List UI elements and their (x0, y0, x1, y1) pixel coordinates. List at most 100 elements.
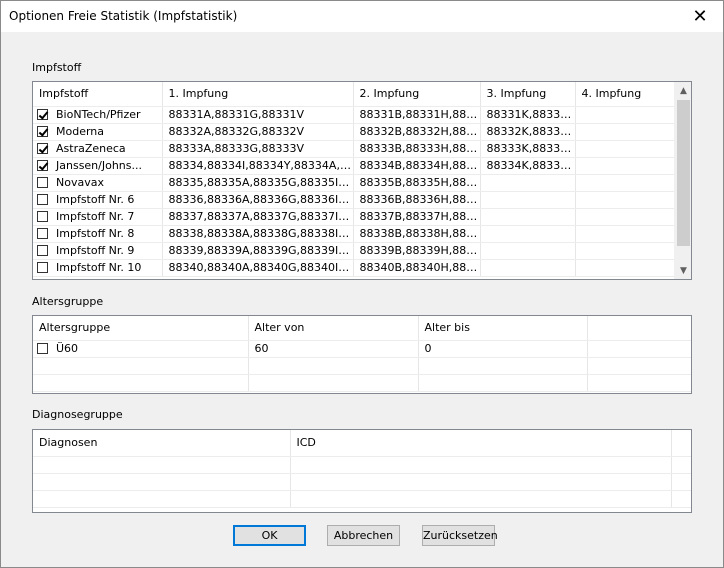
diagnosegruppe-group-label: Diagnosegruppe (32, 408, 123, 421)
impfung-1-cell: 88339,88339A,88339G,88339I,88... (162, 242, 354, 260)
altersgruppe-list[interactable]: Altersgruppe Alter von Alter bis Ü60 60 … (32, 315, 692, 394)
altersgruppe-name: Ü60 (56, 342, 79, 355)
impfung-3-cell (480, 259, 576, 277)
impfung-1-cell: 88340,88340A,88340G,88340I,88... (162, 259, 354, 277)
impfstoff-name: Impfstoff Nr. 7 (56, 210, 135, 223)
row-checkbox[interactable] (37, 262, 48, 273)
impfung-4-cell (575, 106, 676, 124)
impfung-3-cell (480, 225, 576, 243)
impfstoff-name-cell: Impfstoff Nr. 6 (33, 191, 163, 209)
diagnosegruppe-list[interactable]: Diagnosen ICD (32, 429, 692, 513)
column-header-icd[interactable]: ICD (290, 430, 672, 457)
altersgruppe-name-cell: Ü60 (33, 340, 249, 358)
impfung-1-cell: 88335,88335A,88335G,88335I,88... (162, 174, 354, 192)
table-row[interactable]: Novavax 88335,88335A,88335G,88335I,88... 8… (33, 174, 676, 192)
scroll-down-arrow-icon[interactable]: ▼ (675, 262, 691, 279)
row-checkbox[interactable] (37, 177, 48, 188)
impfung-3-cell: 88333K,88333... (480, 140, 576, 158)
column-header-impfung-2[interactable]: 2. Impfung (353, 82, 481, 107)
impfstoff-table: Impfstoff 1. Impfung 2. Impfung 3. Impfu… (33, 82, 676, 277)
impfung-2-cell: 88332B,88332H,883... (353, 123, 481, 141)
row-checkbox[interactable] (37, 109, 48, 120)
impfung-3-cell: 88332K,88332... (480, 123, 576, 141)
impfstoff-name-cell: Moderna (33, 123, 163, 141)
impfung-3-cell (480, 174, 576, 192)
impfung-2-cell: 88334B,88334H,883... (353, 157, 481, 175)
impfung-1-cell: 88331A,88331G,88331V (162, 106, 354, 124)
table-row[interactable]: Impfstoff Nr. 7 88337,88337A,88337G,88337… (33, 208, 676, 226)
impfstoff-name: Impfstoff Nr. 8 (56, 227, 135, 240)
impfstoff-name-cell: Impfstoff Nr. 9 (33, 242, 163, 260)
table-row[interactable]: Impfstoff Nr. 8 88338,88338A,88338G,88338… (33, 225, 676, 243)
dialog-window: Optionen Freie Statistik (Impfstatistik)… (0, 0, 724, 568)
impfstoff-name: Impfstoff Nr. 9 (56, 244, 135, 257)
impfung-2-cell: 88333B,88333H,883... (353, 140, 481, 158)
alter-bis-cell: 0 (418, 340, 588, 358)
scroll-thumb[interactable] (677, 100, 690, 246)
column-header-impfung-3[interactable]: 3. Impfung (480, 82, 576, 107)
impfstoff-scrollbar[interactable]: ▲ ▼ (674, 82, 691, 279)
impfung-2-cell: 88339B,88339H,883... (353, 242, 481, 260)
cancel-button[interactable]: Abbrechen (327, 525, 400, 546)
impfstoff-name-cell: Impfstoff Nr. 8 (33, 225, 163, 243)
impfstoff-list[interactable]: Impfstoff 1. Impfung 2. Impfung 3. Impfu… (32, 81, 692, 280)
empty-row (33, 473, 691, 491)
diagnosegruppe-table: Diagnosen ICD (33, 430, 691, 508)
row-checkbox[interactable] (37, 160, 48, 171)
column-header-impfstoff[interactable]: Impfstoff (33, 82, 163, 107)
column-header-alter-bis[interactable]: Alter bis (418, 316, 588, 341)
scroll-up-arrow-icon[interactable]: ▲ (675, 82, 691, 99)
column-header-impfung-1[interactable]: 1. Impfung (162, 82, 354, 107)
impfung-4-cell (575, 208, 676, 226)
impfung-1-cell: 88332A,88332G,88332V (162, 123, 354, 141)
altersgruppe-table: Altersgruppe Alter von Alter bis Ü60 60 … (33, 316, 691, 392)
row-checkbox[interactable] (37, 245, 48, 256)
table-row[interactable]: Impfstoff Nr. 10 88340,88340A,88340G,8834… (33, 259, 676, 277)
impfstoff-name: Impfstoff Nr. 6 (56, 193, 135, 206)
impfstoff-name: Janssen/Johns... (56, 159, 143, 172)
column-header-diagnosen[interactable]: Diagnosen (33, 430, 291, 457)
close-icon: ✕ (692, 6, 708, 27)
impfstoff-name-cell: AstraZeneca (33, 140, 163, 158)
column-header-altersgruppe[interactable]: Altersgruppe (33, 316, 249, 341)
empty-cell (587, 340, 691, 358)
window-title: Optionen Freie Statistik (Impfstatistik) (9, 9, 238, 23)
table-row[interactable]: Impfstoff Nr. 6 88336,88336A,88336G,88336… (33, 191, 676, 209)
row-checkbox[interactable] (37, 194, 48, 205)
impfstoff-name-cell: Impfstoff Nr. 7 (33, 208, 163, 226)
close-button[interactable]: ✕ (677, 1, 723, 32)
impfstoff-name-cell: Novavax (33, 174, 163, 192)
column-header-empty (671, 430, 691, 457)
row-checkbox[interactable] (37, 343, 48, 354)
table-row[interactable]: Janssen/Johns... 88334,88334I,88334Y,8833… (33, 157, 676, 175)
impfung-3-cell (480, 242, 576, 260)
empty-row (33, 490, 691, 508)
altersgruppe-header-row: Altersgruppe Alter von Alter bis (33, 316, 691, 341)
table-row[interactable]: Ü60 60 0 (33, 340, 691, 358)
impfung-4-cell (575, 123, 676, 141)
impfung-3-cell (480, 208, 576, 226)
impfstoff-group-label: Impfstoff (32, 61, 82, 74)
impfung-1-cell: 88334,88334I,88334Y,88334A,883... (162, 157, 354, 175)
alter-von-cell: 60 (248, 340, 419, 358)
impfstoff-name: BioNTech/Pfizer (56, 108, 141, 121)
impfung-2-cell: 88331B,88331H,883... (353, 106, 481, 124)
table-row[interactable]: Impfstoff Nr. 9 88339,88339A,88339G,88339… (33, 242, 676, 260)
row-checkbox[interactable] (37, 211, 48, 222)
column-header-alter-von[interactable]: Alter von (248, 316, 419, 341)
row-checkbox[interactable] (37, 126, 48, 137)
impfung-4-cell (575, 157, 676, 175)
empty-row (33, 374, 691, 392)
impfung-2-cell: 88336B,88336H,883... (353, 191, 481, 209)
impfung-1-cell: 88338,88338A,88338G,88338I,88... (162, 225, 354, 243)
row-checkbox[interactable] (37, 228, 48, 239)
ok-button[interactable]: OK (233, 525, 306, 546)
reset-button[interactable]: Zurücksetzen (422, 525, 498, 546)
table-row[interactable]: BioNTech/Pfizer 88331A,88331G,88331V 88331… (33, 106, 676, 124)
column-header-impfung-4[interactable]: 4. Impfung (575, 82, 676, 107)
table-row[interactable]: AstraZeneca 88333A,88333G,88333V 88333B,88… (33, 140, 676, 158)
row-checkbox[interactable] (37, 143, 48, 154)
table-row[interactable]: Moderna 88332A,88332G,88332V 88332B,88332H… (33, 123, 676, 141)
impfung-2-cell: 88337B,88337H,883... (353, 208, 481, 226)
impfung-4-cell (575, 174, 676, 192)
